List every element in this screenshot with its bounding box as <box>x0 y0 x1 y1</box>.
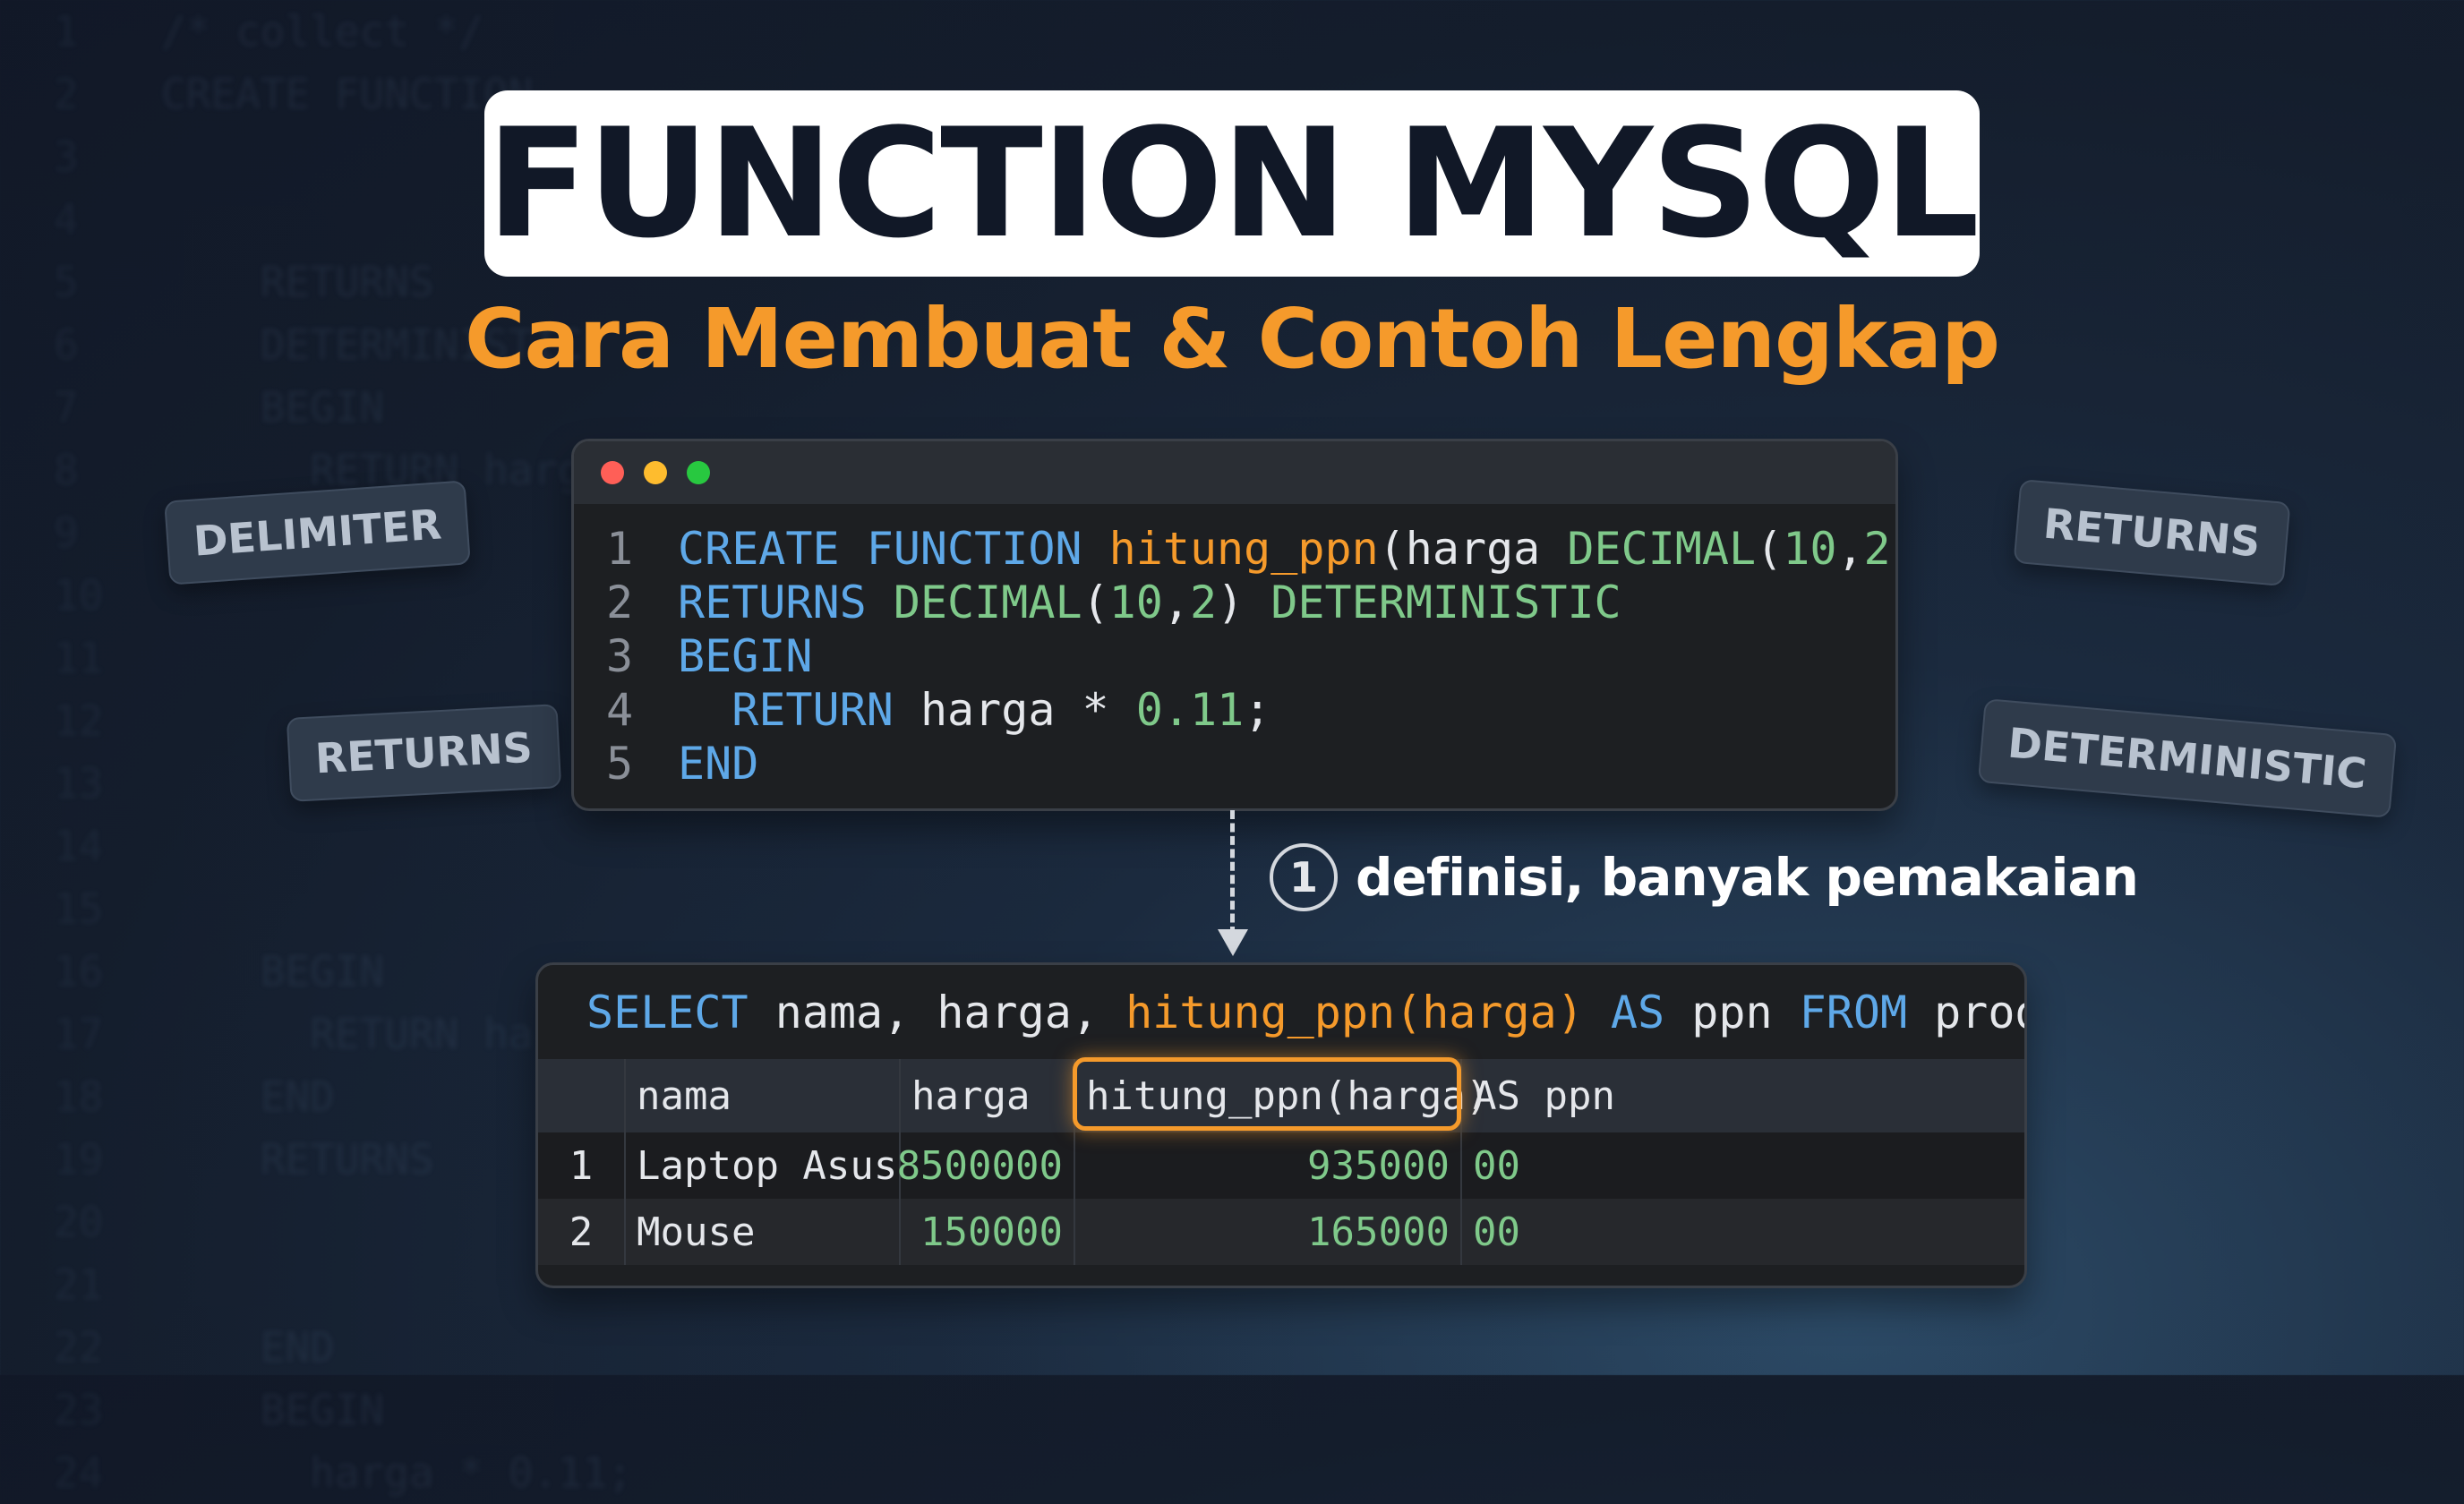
code-token: , <box>1836 523 1864 575</box>
code-token: hitung_ppn <box>1108 523 1379 575</box>
table-row[interactable]: 1 Laptop Asus 8500000 935000 00 <box>538 1132 2024 1199</box>
function-column-highlight <box>1073 1057 1461 1131</box>
tag-returns-right: RETURNS <box>2013 478 2291 587</box>
cell-ppn-fraction: 00 <box>1473 1142 1520 1189</box>
code-token: CREATE FUNCTION <box>678 523 1109 575</box>
code-editor-window: 1 CREATE FUNCTION hitung_ppn(harga DECIMA… <box>571 439 1898 811</box>
step-description: definisi, banyak pemakaian <box>1356 847 2139 908</box>
code-token: DECIMAL <box>1567 523 1757 575</box>
header-as-ppn[interactable]: AS ppn <box>1462 1059 2024 1132</box>
arrow-down-icon <box>1218 929 1248 956</box>
row-number: 1 <box>538 1132 626 1199</box>
code-token: END <box>678 738 759 790</box>
close-dot-icon[interactable] <box>601 461 624 484</box>
query-token: ppn <box>1691 986 1800 1038</box>
tag-deterministic: DETERMINISTIC <box>1977 698 2397 818</box>
minimize-dot-icon[interactable] <box>644 461 667 484</box>
code-line: 3 BEGIN <box>606 629 1895 683</box>
code-token: ( <box>1756 523 1784 575</box>
code-token: ) <box>1217 577 1271 628</box>
code-token: 10 <box>1783 523 1837 575</box>
cell-hitung-ppn: 935000 <box>1075 1132 1462 1199</box>
line-number: 3 <box>606 630 634 682</box>
code-line: 4 RETURN harga * 0.11; <box>606 683 1895 737</box>
query-token: hitung_ppn(harga) <box>1125 986 1611 1038</box>
cell-harga: 150000 <box>901 1199 1075 1265</box>
code-token: ; <box>1244 684 1271 736</box>
code-token: 2 <box>1189 577 1218 628</box>
code-block: 1 CREATE FUNCTION hitung_ppn(harga DECIMA… <box>574 504 1895 790</box>
code-line: 2 RETURNS DECIMAL(10,2) DETERMINISTIC <box>606 576 1895 629</box>
flow-arrow-line <box>1230 810 1235 936</box>
table-row[interactable]: 2 Mouse 150000 165000 00 <box>538 1199 2024 1265</box>
query-token: nama, harga, <box>774 986 1126 1038</box>
step-badge: 1 <box>1270 843 1338 911</box>
page-subtitle: Cara Membuat & Contoh Lengkap <box>464 291 2000 387</box>
header-harga[interactable]: harga <box>901 1059 1075 1132</box>
cell-hitung-ppn: 165000 <box>1075 1199 1462 1265</box>
editor-titlebar <box>574 441 1895 504</box>
tag-returns-left: RETURNS <box>286 704 561 802</box>
cell-nama: Mouse <box>626 1199 901 1265</box>
code-token: (harga <box>1378 523 1568 575</box>
code-token: RETURN <box>732 684 920 736</box>
cell-ppn-fraction: 00 <box>1473 1209 1520 1255</box>
row-number: 2 <box>538 1199 626 1265</box>
title-card: FUNCTION MYSQL <box>484 90 1980 277</box>
maximize-dot-icon[interactable] <box>687 461 710 484</box>
header-nama[interactable]: nama <box>626 1059 901 1132</box>
line-number: 5 <box>606 738 634 790</box>
code-token: harga * <box>920 684 1136 736</box>
line-number: 4 <box>606 684 634 736</box>
code-token: 2 <box>1863 523 1891 575</box>
code-token: DECIMAL <box>893 577 1082 628</box>
query-token: AS <box>1610 986 1692 1038</box>
code-token: )) <box>1891 523 1895 575</box>
query-token: SELECT <box>586 986 775 1038</box>
cell-harga: 8500000 <box>897 1132 1075 1199</box>
code-token: BEGIN <box>678 630 813 682</box>
select-query: SELECT nama, harga, hitung_ppn(harga) AS… <box>538 965 2024 1059</box>
code-token: 0.11 <box>1135 684 1245 736</box>
query-token: FROM <box>1799 986 1935 1038</box>
line-number: 2 <box>606 577 634 628</box>
page-title: FUNCTION MYSQL <box>486 96 1980 271</box>
code-line: 5 END <box>606 737 1895 790</box>
code-line: 1 CREATE FUNCTION hitung_ppn(harga DECIMA… <box>606 522 1895 576</box>
code-token: ( <box>1082 577 1109 628</box>
code-token: RETURNS <box>678 577 894 628</box>
code-token: 10 <box>1108 577 1163 628</box>
code-token: , <box>1162 577 1190 628</box>
cell-nama: Laptop Asus <box>626 1132 901 1199</box>
line-number: 1 <box>606 523 634 575</box>
code-token: DETERMINISTIC <box>1270 577 1621 628</box>
header-rownum <box>538 1059 626 1132</box>
query-token: produk <box>1934 986 2024 1038</box>
